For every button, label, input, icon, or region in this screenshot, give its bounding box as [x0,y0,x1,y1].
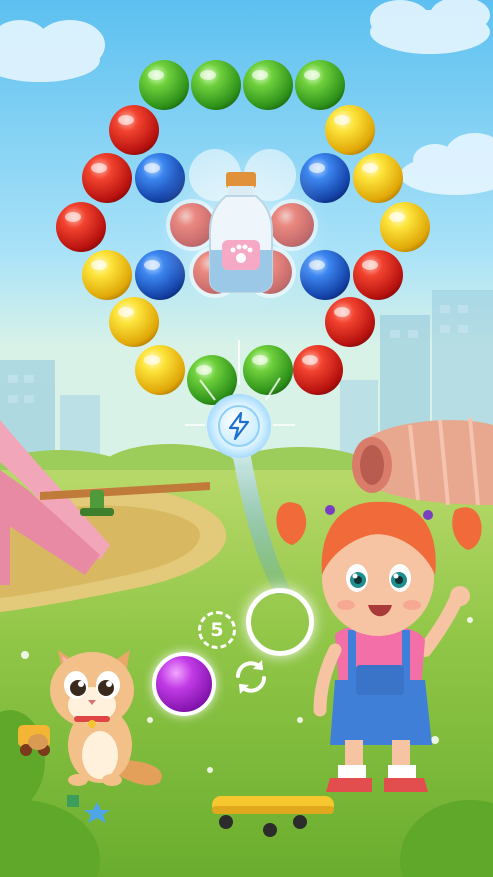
shots-remaining-counter: 5 [198,611,236,649]
bubble-highlight [196,365,212,375]
lightning-icon [218,405,260,447]
game-screen: 5 [0,0,493,877]
bubble-highlight [91,260,107,270]
bubble-highlight [309,163,325,173]
bubble-highlight [118,307,134,317]
bubble-highlight [118,115,134,125]
bubble [109,105,159,155]
bubble [243,60,293,110]
bubble [293,345,343,395]
bubble [191,60,241,110]
bubble-highlight [302,355,318,365]
bubble-highlight [362,260,378,270]
lightning-booster-button[interactable] [207,394,271,458]
bubble [82,250,132,300]
bubble-highlight [252,70,268,80]
bubble [135,345,185,395]
bubble-highlight [334,307,350,317]
bubble [380,202,430,252]
bubble-highlight [148,70,164,80]
bubble-highlight [144,260,160,270]
bubble-highlight [91,163,107,173]
swap-ball-button[interactable] [228,654,274,700]
current-shooter-ball[interactable] [152,652,216,716]
bubble [295,60,345,110]
bubble [243,345,293,395]
bubble-highlight [144,163,160,173]
bubble-highlight [389,212,405,222]
bubble [325,105,375,155]
bubble [325,297,375,347]
swap-arrows-icon [236,660,266,694]
bubble-highlight [252,355,268,365]
bubble-highlight [144,355,160,365]
bubble [353,250,403,300]
toy-block [67,795,79,807]
bubble-highlight [200,70,216,80]
bubble-highlight [65,212,81,222]
bubble [139,60,189,110]
bubble-highlight [362,163,378,173]
bubble [82,153,132,203]
bubble [353,153,403,203]
bubble-highlight [304,70,320,80]
bubble-highlight [334,115,350,125]
bubble [56,202,106,252]
aim-target-ring[interactable] [246,588,314,656]
bubble [109,297,159,347]
